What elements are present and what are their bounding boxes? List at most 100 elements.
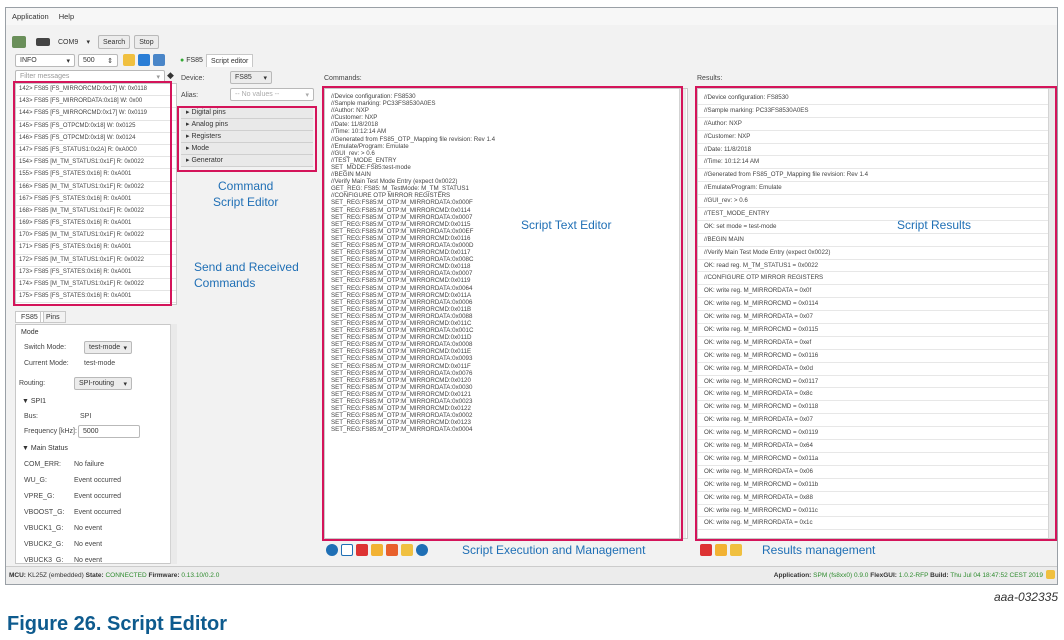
collapse-triangle-icon: ▼ <box>22 398 29 405</box>
clear-script-icon[interactable] <box>401 544 413 556</box>
command-editor-highlight <box>177 106 317 172</box>
status-name: COM_ERR: <box>24 461 61 468</box>
board-icon <box>36 38 50 46</box>
broom-icon[interactable] <box>1046 570 1055 579</box>
chevron-down-icon: ▾ <box>123 344 127 352</box>
status-name: VPRE_G: <box>24 493 55 500</box>
help-icon[interactable] <box>416 544 428 556</box>
tab-script-editor[interactable]: Script editor <box>206 54 254 67</box>
annotation-script-text-editor: Script Text Editor <box>521 218 612 232</box>
filter-placeholder: Filter messages <box>20 73 70 80</box>
results-label: Results: <box>697 75 723 82</box>
figure-code: aaa-032335 <box>993 590 1058 604</box>
status-name: VBUCK1_G: <box>24 525 64 532</box>
alias-select[interactable]: -- No values -- ▾ <box>230 88 314 101</box>
device-select[interactable]: FS85 ▾ <box>230 71 272 84</box>
message-count-spinner[interactable]: 500 ⇕ <box>78 54 118 67</box>
pause-icon[interactable] <box>138 54 150 66</box>
annotation-command-editor: Command Script Editor <box>213 179 279 209</box>
alias-placeholder: -- No values -- <box>235 91 280 98</box>
commands-label: Commands: <box>324 75 362 82</box>
save-icon[interactable] <box>153 54 165 66</box>
device-label: Device: <box>181 75 205 82</box>
clear-icon[interactable] <box>123 54 135 66</box>
tab-fs85-label: FS85 <box>186 57 203 64</box>
device-value: FS85 <box>235 74 252 81</box>
status-value: Event occurred <box>74 477 122 484</box>
menu-application[interactable]: Application <box>12 12 49 21</box>
open-results-icon[interactable] <box>715 544 727 556</box>
status-bar: MCU: KL25Z (embedded) State: CONNECTED F… <box>6 566 1057 584</box>
main-status-section[interactable]: ▼ Main Status <box>22 445 68 452</box>
application-label: Application: <box>773 572 812 579</box>
switch-mode-label: Switch Mode: <box>24 344 67 351</box>
spi1-section[interactable]: ▼ SPI1 <box>22 398 46 405</box>
current-mode-value: test-mode <box>84 360 116 367</box>
save-script-icon[interactable] <box>356 544 368 556</box>
tab-pins[interactable]: Pins <box>40 311 66 323</box>
results-highlight <box>695 86 1057 541</box>
status-name: VBUCK2_G: <box>24 541 64 548</box>
chevron-down-icon: ▾ <box>123 380 127 388</box>
status-value: No event <box>74 557 103 564</box>
frequency-label: Frequency [kHz]: <box>24 428 77 435</box>
menu-help[interactable]: Help <box>59 12 74 21</box>
app-window: Application Help COM9 ▾ Search Stop INFO ▾… <box>5 7 1058 585</box>
port-value: COM9 <box>58 38 79 46</box>
diamond-icon[interactable]: ◆ <box>167 70 174 81</box>
device-control-panel: Mode Switch Mode: test-mode ▾ Current Mod… <box>15 324 177 564</box>
open-folder-icon[interactable] <box>371 544 383 556</box>
status-name: VBOOST_G: <box>24 509 65 516</box>
switch-mode-value: test-mode <box>89 344 121 351</box>
message-count-value: 500 <box>83 57 95 64</box>
state-label: State: <box>85 572 104 579</box>
clear-results-icon[interactable] <box>730 544 742 556</box>
firmware-label: Firmware: <box>148 572 180 579</box>
current-mode-label: Current Mode: <box>24 360 69 367</box>
build-label: Build: <box>930 572 949 579</box>
connect-icon[interactable] <box>12 36 26 48</box>
annotation-send-received: Send and Received Commands <box>194 260 299 290</box>
firmware-value: 0.13.10/0.2.0 <box>181 572 220 579</box>
save-results-icon[interactable] <box>700 544 712 556</box>
app-info: Application: SPM (fs8xx0) 0.9.0 FlexGUI:… <box>773 567 1043 584</box>
search-button[interactable]: Search <box>98 35 131 49</box>
chevron-down-icon: ▾ <box>66 57 70 65</box>
collapse-triangle-icon: ▼ <box>22 445 29 452</box>
import-icon[interactable] <box>386 544 398 556</box>
status-dot-icon: ● <box>180 57 185 64</box>
status-name: WU_G: <box>24 477 47 484</box>
chevron-down-icon: ▾ <box>86 39 90 46</box>
stop-button[interactable]: Stop <box>134 35 159 49</box>
spi1-label: SPI1 <box>30 398 47 405</box>
annotation-results-mgmt: Results management <box>762 543 876 557</box>
status-name: VBUCK3_G: <box>24 557 64 564</box>
spinner-icon: ⇕ <box>107 57 113 65</box>
status-value: Event occurred <box>74 493 122 500</box>
mode-section-label: Mode <box>21 329 39 336</box>
connection-toolbar: COM9 ▾ Search Stop <box>12 34 159 50</box>
mcu-value: KL25Z (embedded) <box>27 572 84 579</box>
run-icon[interactable] <box>326 544 338 556</box>
menu-bar: Application Help <box>6 8 1057 25</box>
results-toolbar <box>700 544 742 556</box>
tab-fs85[interactable]: ● FS85 <box>176 54 207 67</box>
application-value: SPM (fs8xx0) 0.9.0 <box>813 572 869 579</box>
routing-select[interactable]: SPI-routing ▾ <box>74 377 132 390</box>
annotation-exec-mgmt: Script Execution and Management <box>462 543 646 557</box>
port-select[interactable]: COM9 ▾ <box>54 36 94 49</box>
status-value: No failure <box>74 461 104 468</box>
loop-icon[interactable] <box>341 544 353 556</box>
left-scrollbar[interactable] <box>170 324 177 564</box>
frequency-value: 5000 <box>83 428 99 435</box>
switch-mode-select[interactable]: test-mode ▾ <box>84 341 132 354</box>
bus-label: Bus: <box>24 413 39 420</box>
status-value: No event <box>74 525 103 532</box>
status-value: No event <box>74 541 103 548</box>
frequency-input[interactable]: 5000 <box>78 425 140 438</box>
annotation-script-results: Script Results <box>897 218 972 232</box>
script-toolbar <box>326 544 428 556</box>
log-level-select[interactable]: INFO ▾ <box>15 54 75 67</box>
mcu-label: MCU: <box>9 572 26 579</box>
build-value: Thu Jul 04 18:47:52 CEST 2019 <box>950 572 1043 579</box>
